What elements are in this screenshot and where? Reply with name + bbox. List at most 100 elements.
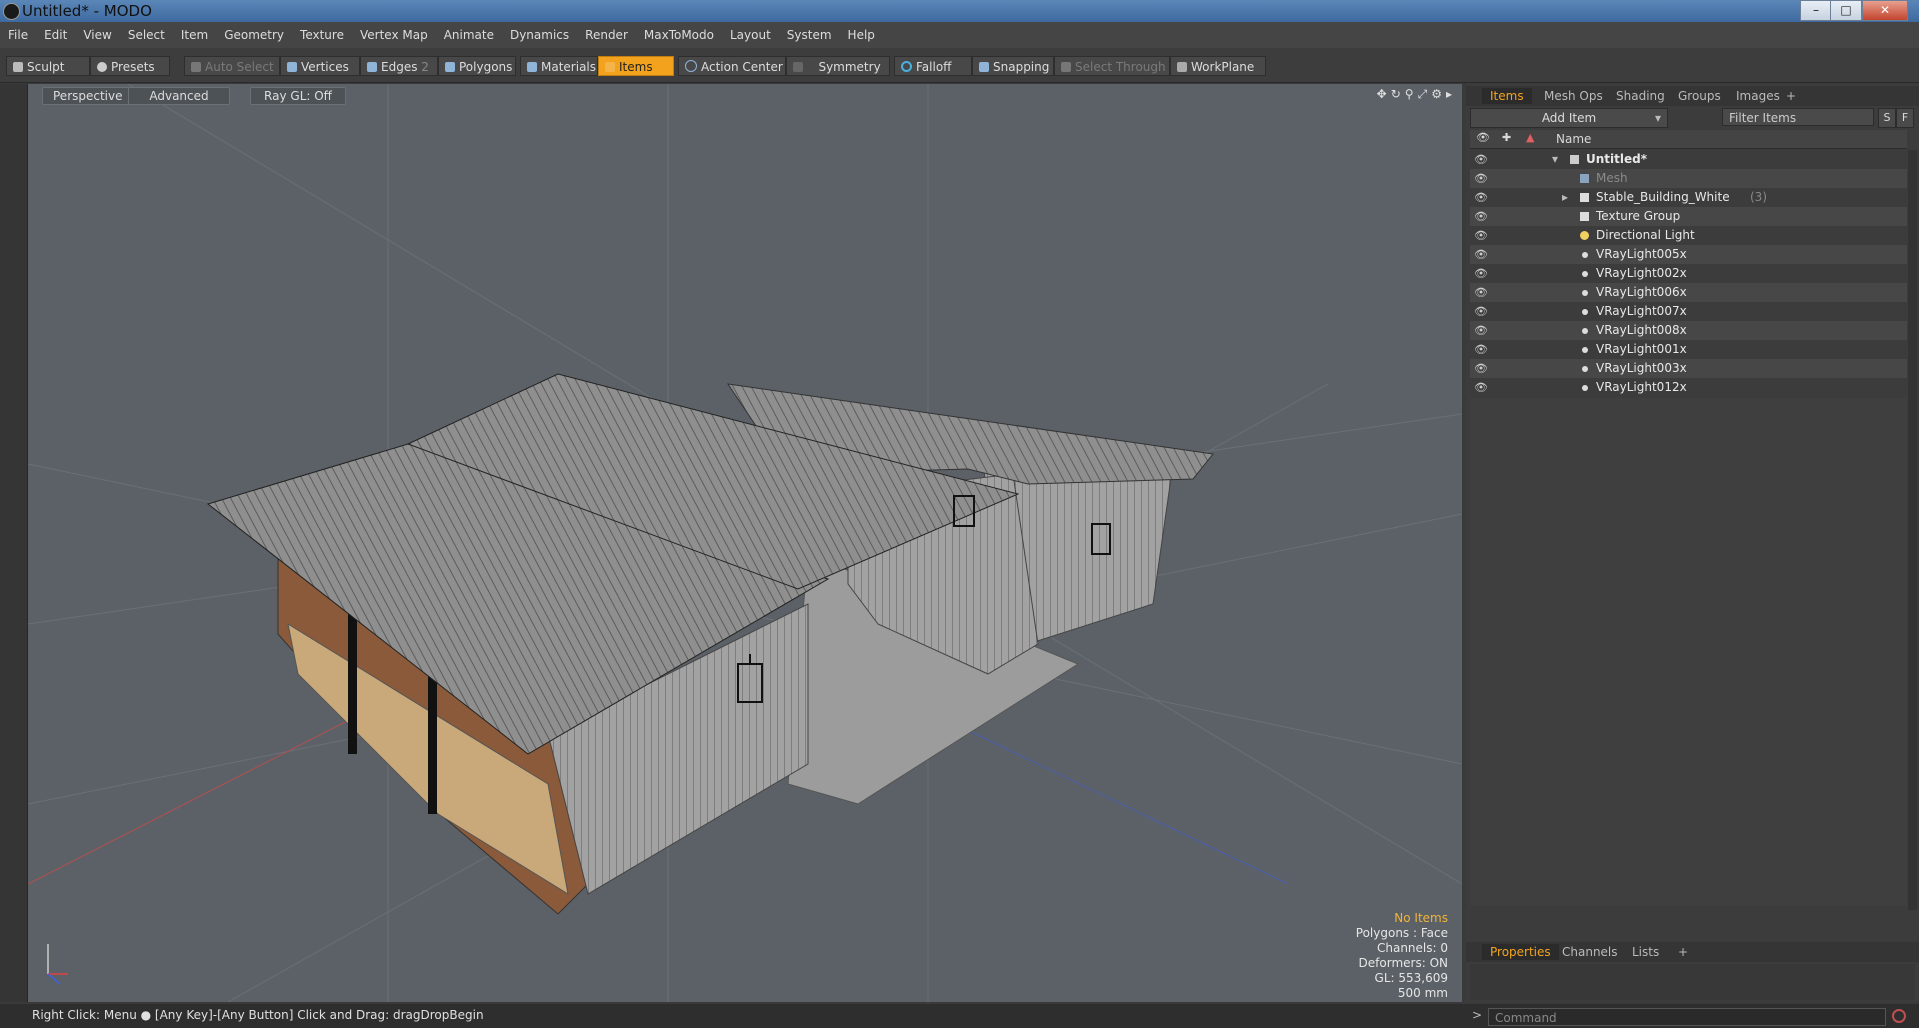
raygl-tab[interactable]: Ray GL: Off bbox=[250, 87, 346, 105]
menu-dynamics[interactable]: Dynamics bbox=[502, 22, 577, 48]
eye-icon[interactable]: 👁 bbox=[1474, 321, 1488, 340]
falloff-button[interactable]: Falloff bbox=[894, 56, 972, 76]
eye-icon[interactable]: 👁 bbox=[1474, 207, 1488, 226]
eye-icon[interactable]: 👁 bbox=[1474, 169, 1488, 188]
edges-icon bbox=[367, 62, 377, 72]
menu-texture[interactable]: Texture bbox=[292, 22, 352, 48]
menu-animate[interactable]: Animate bbox=[436, 22, 502, 48]
lock-column-icon[interactable]: ✚ bbox=[1502, 131, 1511, 144]
tab-channels[interactable]: Channels bbox=[1554, 944, 1626, 960]
eye-icon[interactable]: 👁 bbox=[1474, 378, 1488, 397]
eye-icon[interactable]: 👁 bbox=[1474, 283, 1488, 302]
eye-icon[interactable]: 👁 bbox=[1474, 188, 1488, 207]
tree-row-vraylight012x[interactable]: 👁 VRayLight012x bbox=[1470, 378, 1907, 397]
tree-row-texture-group[interactable]: 👁 Texture Group bbox=[1470, 207, 1907, 226]
menu-edit[interactable]: Edit bbox=[36, 22, 75, 48]
tree-row-vraylight008x[interactable]: 👁 VRayLight008x bbox=[1470, 321, 1907, 340]
menu-view[interactable]: View bbox=[75, 22, 119, 48]
maximize-button[interactable]: □ bbox=[1830, 0, 1862, 21]
add-tab-button[interactable]: + bbox=[1778, 88, 1804, 104]
hud-polygons: Polygons : Face bbox=[1355, 926, 1448, 940]
minimize-button[interactable]: – bbox=[1800, 0, 1832, 21]
tree-row-vraylight001x[interactable]: 👁 VRayLight001x bbox=[1470, 340, 1907, 359]
stop-icon[interactable] bbox=[1892, 1009, 1906, 1023]
menu-item[interactable]: Item bbox=[173, 22, 216, 48]
auto-select-button[interactable]: Auto Select bbox=[184, 56, 280, 76]
tab-shading[interactable]: Shading bbox=[1608, 88, 1673, 104]
workplane-button[interactable]: WorkPlane bbox=[1170, 56, 1266, 76]
menu-geometry[interactable]: Geometry bbox=[216, 22, 292, 48]
close-button[interactable]: ✕ bbox=[1862, 0, 1908, 21]
eye-icon[interactable]: 👁 bbox=[1474, 359, 1488, 378]
tab-lists[interactable]: Lists bbox=[1624, 944, 1667, 960]
settings-gear-icon[interactable]: ⚙ bbox=[1431, 87, 1446, 101]
menu-maxtomodo[interactable]: MaxToModo bbox=[636, 22, 722, 48]
rotate-icon[interactable]: ↻ bbox=[1391, 87, 1405, 101]
menu-file[interactable]: File bbox=[0, 22, 36, 48]
falloff-icon bbox=[901, 61, 912, 72]
menu-vertex-map[interactable]: Vertex Map bbox=[352, 22, 436, 48]
select-through-button[interactable]: Select Through bbox=[1054, 56, 1170, 76]
collapse-arrow-icon[interactable]: ▾ bbox=[1552, 150, 1558, 169]
perspective-tab[interactable]: Perspective bbox=[42, 87, 134, 105]
edges-button[interactable]: Edges 2 bbox=[360, 56, 438, 76]
snapping-button[interactable]: Snapping bbox=[972, 56, 1054, 76]
zoom-icon[interactable]: ⚲ bbox=[1405, 87, 1418, 101]
sculpt-button[interactable]: Sculpt bbox=[6, 56, 90, 76]
vertices-button[interactable]: Vertices bbox=[280, 56, 360, 76]
menu-help[interactable]: Help bbox=[840, 22, 883, 48]
locator-icon bbox=[1582, 366, 1588, 372]
tree-row-vraylight005x[interactable]: 👁 VRayLight005x bbox=[1470, 245, 1907, 264]
tree-row-vraylight006x[interactable]: 👁 VRayLight006x bbox=[1470, 283, 1907, 302]
action-center-button[interactable]: Action Center bbox=[678, 56, 786, 76]
3d-viewport[interactable] bbox=[28, 84, 1462, 1002]
menu-layout[interactable]: Layout bbox=[722, 22, 779, 48]
tab-mesh-ops[interactable]: Mesh Ops bbox=[1536, 88, 1611, 104]
render-column-icon[interactable]: ▲ bbox=[1526, 131, 1534, 144]
expand-arrow-icon[interactable]: ▸ bbox=[1446, 87, 1456, 101]
items-button[interactable]: Items bbox=[598, 56, 674, 76]
filter-items-input[interactable]: Filter Items bbox=[1722, 108, 1874, 126]
visibility-column-icon[interactable]: 👁 bbox=[1476, 131, 1490, 144]
eye-icon[interactable]: 👁 bbox=[1474, 150, 1488, 169]
tree-scrollbar[interactable] bbox=[1908, 150, 1917, 910]
filter-s-button[interactable]: S bbox=[1878, 108, 1896, 128]
symmetry-button[interactable]: Symmetry bbox=[786, 56, 890, 76]
menu-system[interactable]: System bbox=[779, 22, 840, 48]
tree-row-mesh[interactable]: 👁 Mesh bbox=[1470, 169, 1907, 188]
menu-select[interactable]: Select bbox=[120, 22, 173, 48]
eye-icon[interactable]: 👁 bbox=[1474, 302, 1488, 321]
tab-groups[interactable]: Groups bbox=[1670, 88, 1729, 104]
tree-row-scene[interactable]: 👁 ▾ Untitled* bbox=[1470, 150, 1907, 169]
advanced-tab[interactable]: Advanced bbox=[128, 87, 230, 105]
viewport-nav-icons[interactable]: ✥↻⚲⤢⚙▸ bbox=[1377, 87, 1456, 102]
menu-render[interactable]: Render bbox=[577, 22, 636, 48]
maximize-icon[interactable]: ⤢ bbox=[1418, 87, 1432, 101]
eye-icon[interactable]: 👁 bbox=[1474, 245, 1488, 264]
scene-render bbox=[28, 84, 1462, 1002]
locator-icon bbox=[1582, 328, 1588, 334]
tab-properties[interactable]: Properties bbox=[1482, 944, 1559, 960]
tree-row-vraylight003x[interactable]: 👁 VRayLight003x bbox=[1470, 359, 1907, 378]
eye-icon[interactable]: 👁 bbox=[1474, 264, 1488, 283]
add-item-dropdown[interactable]: Add Item ▾ bbox=[1470, 108, 1668, 128]
tree-row-vraylight002x[interactable]: 👁 VRayLight002x bbox=[1470, 264, 1907, 283]
name-column-header[interactable]: Name bbox=[1556, 132, 1591, 146]
tree-row-stable-building[interactable]: 👁 ▸ Stable_Building_White (3) bbox=[1470, 188, 1907, 207]
locator-icon bbox=[1582, 385, 1588, 391]
polygons-button[interactable]: Polygons bbox=[438, 56, 516, 76]
tab-items[interactable]: Items bbox=[1482, 88, 1532, 104]
filter-f-button[interactable]: F bbox=[1896, 108, 1914, 128]
tree-empty-area[interactable] bbox=[1470, 398, 1907, 906]
eye-icon[interactable]: 👁 bbox=[1474, 226, 1488, 245]
eye-icon[interactable]: 👁 bbox=[1474, 340, 1488, 359]
presets-button[interactable]: Presets bbox=[90, 56, 170, 76]
tree-row-directional-light[interactable]: 👁 Directional Light bbox=[1470, 226, 1907, 245]
materials-button[interactable]: Materials bbox=[520, 56, 598, 76]
command-input[interactable]: Command bbox=[1488, 1008, 1886, 1026]
pan-icon[interactable]: ✥ bbox=[1377, 87, 1391, 101]
expand-arrow-icon[interactable]: ▸ bbox=[1562, 188, 1568, 207]
items-panel: Items Mesh Ops Shading Groups Images + A… bbox=[1466, 84, 1919, 1002]
tree-row-vraylight007x[interactable]: 👁 VRayLight007x bbox=[1470, 302, 1907, 321]
add-tab-button[interactable]: + bbox=[1670, 944, 1696, 960]
